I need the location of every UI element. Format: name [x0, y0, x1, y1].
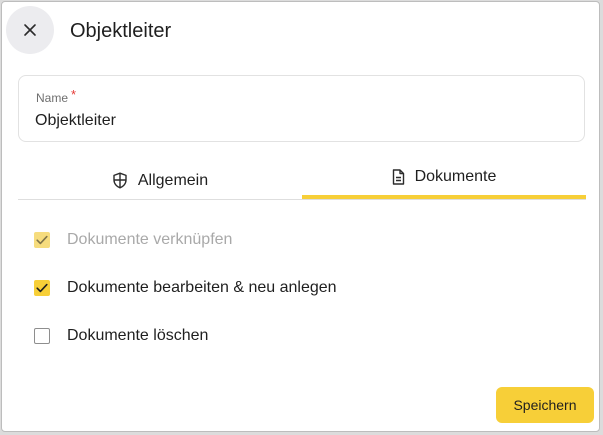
tab-allgemein[interactable]: Allgemein [18, 159, 302, 202]
check-icon [36, 235, 48, 245]
save-button[interactable]: Speichern [496, 387, 594, 423]
checkbox-dokumente-verknuepfen [34, 232, 50, 248]
tab-dokumente-label: Dokumente [414, 167, 497, 185]
option-dokumente-verknuepfen: Dokumente verknüpfen [34, 229, 232, 251]
close-icon [23, 23, 37, 37]
option-label: Dokumente löschen [67, 327, 209, 344]
option-dokumente-bearbeiten[interactable]: Dokumente bearbeiten & neu anlegen [34, 277, 337, 299]
tab-bar: Allgemein Dokumente [18, 157, 586, 200]
option-label: Dokumente verknüpfen [67, 231, 233, 248]
name-label-text: Name [36, 91, 69, 105]
name-field-label: Name * [36, 88, 76, 106]
close-button[interactable] [6, 6, 54, 54]
role-dialog: Objektleiter Name * Objektleiter Allgemei… [1, 1, 600, 432]
option-label: Dokumente bearbeiten & neu anlegen [67, 279, 337, 296]
active-tab-indicator [302, 195, 586, 199]
name-field[interactable]: Name * Objektleiter [18, 75, 585, 142]
checkbox-dokumente-loeschen[interactable] [34, 328, 50, 344]
tab-dokumente[interactable]: Dokumente [302, 155, 586, 198]
checkbox-dokumente-bearbeiten[interactable] [34, 280, 50, 296]
option-dokumente-loeschen[interactable]: Dokumente löschen [34, 325, 208, 347]
check-icon [36, 283, 48, 293]
name-field-value[interactable]: Objektleiter [35, 111, 116, 131]
document-icon [392, 168, 405, 185]
shield-icon [112, 172, 128, 189]
required-marker: * [71, 87, 77, 102]
tab-allgemein-label: Allgemein [137, 171, 209, 189]
dialog-title: Objektleiter [70, 20, 172, 42]
